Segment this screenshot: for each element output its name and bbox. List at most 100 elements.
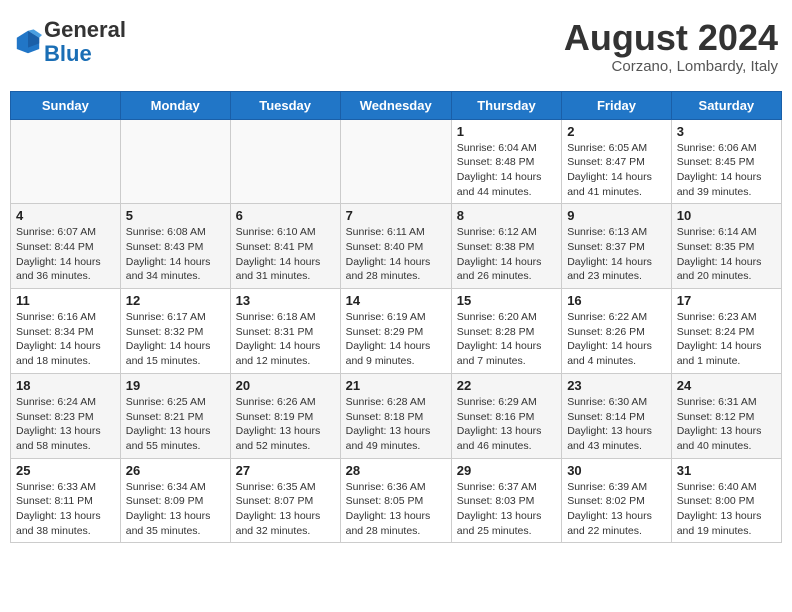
calendar-cell: 15 Sunrise: 6:20 AMSunset: 8:28 PMDayligh… (451, 289, 561, 374)
day-number: 21 (346, 378, 446, 393)
day-info: Sunrise: 6:33 AMSunset: 8:11 PMDaylight:… (16, 480, 115, 539)
day-info: Sunrise: 6:05 AMSunset: 8:47 PMDaylight:… (567, 141, 666, 200)
day-number: 18 (16, 378, 115, 393)
calendar-cell: 19 Sunrise: 6:25 AMSunset: 8:21 PMDayligh… (120, 373, 230, 458)
calendar-table: SundayMondayTuesdayWednesdayThursdayFrid… (10, 91, 782, 544)
calendar-cell: 2 Sunrise: 6:05 AMSunset: 8:47 PMDaylight… (562, 119, 672, 204)
calendar-header-row: SundayMondayTuesdayWednesdayThursdayFrid… (11, 91, 782, 119)
calendar-cell: 14Sunrise: 6:19 AMSunset: 8:29 PMDayligh… (340, 289, 451, 374)
day-number: 4 (16, 208, 115, 223)
calendar-cell: 17 Sunrise: 6:23 AMSunset: 8:24 PMDayligh… (671, 289, 781, 374)
day-info: Sunrise: 6:31 AMSunset: 8:12 PMDaylight:… (677, 395, 776, 454)
day-info: Sunrise: 6:13 AMSunset: 8:37 PMDaylight:… (567, 225, 666, 284)
calendar-cell (120, 119, 230, 204)
day-info: Sunrise: 6:10 AMSunset: 8:41 PMDaylight:… (236, 225, 335, 284)
calendar-week-1: 1 Sunrise: 6:04 AMSunset: 8:48 PMDaylight… (11, 119, 782, 204)
calendar-cell: 13 Sunrise: 6:18 AMSunset: 8:31 PMDayligh… (230, 289, 340, 374)
calendar-week-3: 11Sunrise: 6:16 AMSunset: 8:34 PMDayligh… (11, 289, 782, 374)
page-header: GeneralBlue August 2024 Corzano, Lombard… (10, 10, 782, 83)
day-number: 9 (567, 208, 666, 223)
calendar-cell: 27 Sunrise: 6:35 AMSunset: 8:07 PMDayligh… (230, 458, 340, 543)
calendar-cell: 21 Sunrise: 6:28 AMSunset: 8:18 PMDayligh… (340, 373, 451, 458)
day-number: 16 (567, 293, 666, 308)
location-subtitle: Corzano, Lombardy, Italy (564, 58, 778, 75)
day-number: 27 (236, 463, 335, 478)
day-number: 2 (567, 124, 666, 139)
calendar-cell: 11Sunrise: 6:16 AMSunset: 8:34 PMDayligh… (11, 289, 121, 374)
day-number: 24 (677, 378, 776, 393)
calendar-cell: 8Sunrise: 6:12 AMSunset: 8:38 PMDaylight… (451, 204, 561, 289)
day-info: Sunrise: 6:24 AMSunset: 8:23 PMDaylight:… (16, 395, 115, 454)
calendar-cell: 18 Sunrise: 6:24 AMSunset: 8:23 PMDayligh… (11, 373, 121, 458)
day-info: Sunrise: 6:25 AMSunset: 8:21 PMDaylight:… (126, 395, 225, 454)
day-number: 5 (126, 208, 225, 223)
calendar-cell: 23Sunrise: 6:30 AMSunset: 8:14 PMDayligh… (562, 373, 672, 458)
day-number: 19 (126, 378, 225, 393)
day-number: 30 (567, 463, 666, 478)
day-number: 26 (126, 463, 225, 478)
col-header-friday: Friday (562, 91, 672, 119)
day-number: 25 (16, 463, 115, 478)
day-info: Sunrise: 6:40 AMSunset: 8:00 PMDaylight:… (677, 480, 776, 539)
calendar-cell: 22Sunrise: 6:29 AMSunset: 8:16 PMDayligh… (451, 373, 561, 458)
day-info: Sunrise: 6:17 AMSunset: 8:32 PMDaylight:… (126, 310, 225, 369)
day-info: Sunrise: 6:30 AMSunset: 8:14 PMDaylight:… (567, 395, 666, 454)
logo-text: GeneralBlue (44, 18, 126, 66)
day-number: 12 (126, 293, 225, 308)
day-number: 7 (346, 208, 446, 223)
calendar-cell (11, 119, 121, 204)
day-number: 15 (457, 293, 556, 308)
calendar-cell: 12 Sunrise: 6:17 AMSunset: 8:32 PMDayligh… (120, 289, 230, 374)
day-number: 10 (677, 208, 776, 223)
calendar-cell: 4 Sunrise: 6:07 AMSunset: 8:44 PMDaylight… (11, 204, 121, 289)
day-number: 1 (457, 124, 556, 139)
calendar-cell: 5 Sunrise: 6:08 AMSunset: 8:43 PMDaylight… (120, 204, 230, 289)
day-info: Sunrise: 6:12 AMSunset: 8:38 PMDaylight:… (457, 225, 556, 284)
day-number: 17 (677, 293, 776, 308)
col-header-saturday: Saturday (671, 91, 781, 119)
day-info: Sunrise: 6:08 AMSunset: 8:43 PMDaylight:… (126, 225, 225, 284)
day-number: 3 (677, 124, 776, 139)
day-info: Sunrise: 6:07 AMSunset: 8:44 PMDaylight:… (16, 225, 115, 284)
day-info: Sunrise: 6:14 AMSunset: 8:35 PMDaylight:… (677, 225, 776, 284)
calendar-week-2: 4 Sunrise: 6:07 AMSunset: 8:44 PMDaylight… (11, 204, 782, 289)
day-info: Sunrise: 6:39 AMSunset: 8:02 PMDaylight:… (567, 480, 666, 539)
calendar-cell: 10 Sunrise: 6:14 AMSunset: 8:35 PMDayligh… (671, 204, 781, 289)
calendar-cell: 20 Sunrise: 6:26 AMSunset: 8:19 PMDayligh… (230, 373, 340, 458)
calendar-week-4: 18 Sunrise: 6:24 AMSunset: 8:23 PMDayligh… (11, 373, 782, 458)
calendar-cell: 6 Sunrise: 6:10 AMSunset: 8:41 PMDaylight… (230, 204, 340, 289)
day-info: Sunrise: 6:18 AMSunset: 8:31 PMDaylight:… (236, 310, 335, 369)
logo-icon (14, 28, 42, 56)
title-block: August 2024 Corzano, Lombardy, Italy (564, 18, 778, 75)
day-number: 14 (346, 293, 446, 308)
col-header-sunday: Sunday (11, 91, 121, 119)
calendar-cell: 9 Sunrise: 6:13 AMSunset: 8:37 PMDaylight… (562, 204, 672, 289)
day-info: Sunrise: 6:23 AMSunset: 8:24 PMDaylight:… (677, 310, 776, 369)
day-info: Sunrise: 6:35 AMSunset: 8:07 PMDaylight:… (236, 480, 335, 539)
day-number: 13 (236, 293, 335, 308)
logo: GeneralBlue (14, 18, 126, 66)
calendar-week-5: 25 Sunrise: 6:33 AMSunset: 8:11 PMDayligh… (11, 458, 782, 543)
day-info: Sunrise: 6:22 AMSunset: 8:26 PMDaylight:… (567, 310, 666, 369)
day-info: Sunrise: 6:04 AMSunset: 8:48 PMDaylight:… (457, 141, 556, 200)
day-info: Sunrise: 6:28 AMSunset: 8:18 PMDaylight:… (346, 395, 446, 454)
calendar-cell: 3Sunrise: 6:06 AMSunset: 8:45 PMDaylight… (671, 119, 781, 204)
day-number: 6 (236, 208, 335, 223)
day-info: Sunrise: 6:29 AMSunset: 8:16 PMDaylight:… (457, 395, 556, 454)
calendar-cell: 31 Sunrise: 6:40 AMSunset: 8:00 PMDayligh… (671, 458, 781, 543)
day-info: Sunrise: 6:20 AMSunset: 8:28 PMDaylight:… (457, 310, 556, 369)
day-number: 20 (236, 378, 335, 393)
day-number: 31 (677, 463, 776, 478)
day-info: Sunrise: 6:37 AMSunset: 8:03 PMDaylight:… (457, 480, 556, 539)
day-number: 28 (346, 463, 446, 478)
calendar-cell (230, 119, 340, 204)
calendar-cell (340, 119, 451, 204)
day-info: Sunrise: 6:16 AMSunset: 8:34 PMDaylight:… (16, 310, 115, 369)
calendar-cell: 29Sunrise: 6:37 AMSunset: 8:03 PMDayligh… (451, 458, 561, 543)
col-header-monday: Monday (120, 91, 230, 119)
calendar-cell: 7 Sunrise: 6:11 AMSunset: 8:40 PMDaylight… (340, 204, 451, 289)
day-info: Sunrise: 6:11 AMSunset: 8:40 PMDaylight:… (346, 225, 446, 284)
col-header-wednesday: Wednesday (340, 91, 451, 119)
calendar-cell: 25 Sunrise: 6:33 AMSunset: 8:11 PMDayligh… (11, 458, 121, 543)
day-info: Sunrise: 6:26 AMSunset: 8:19 PMDaylight:… (236, 395, 335, 454)
